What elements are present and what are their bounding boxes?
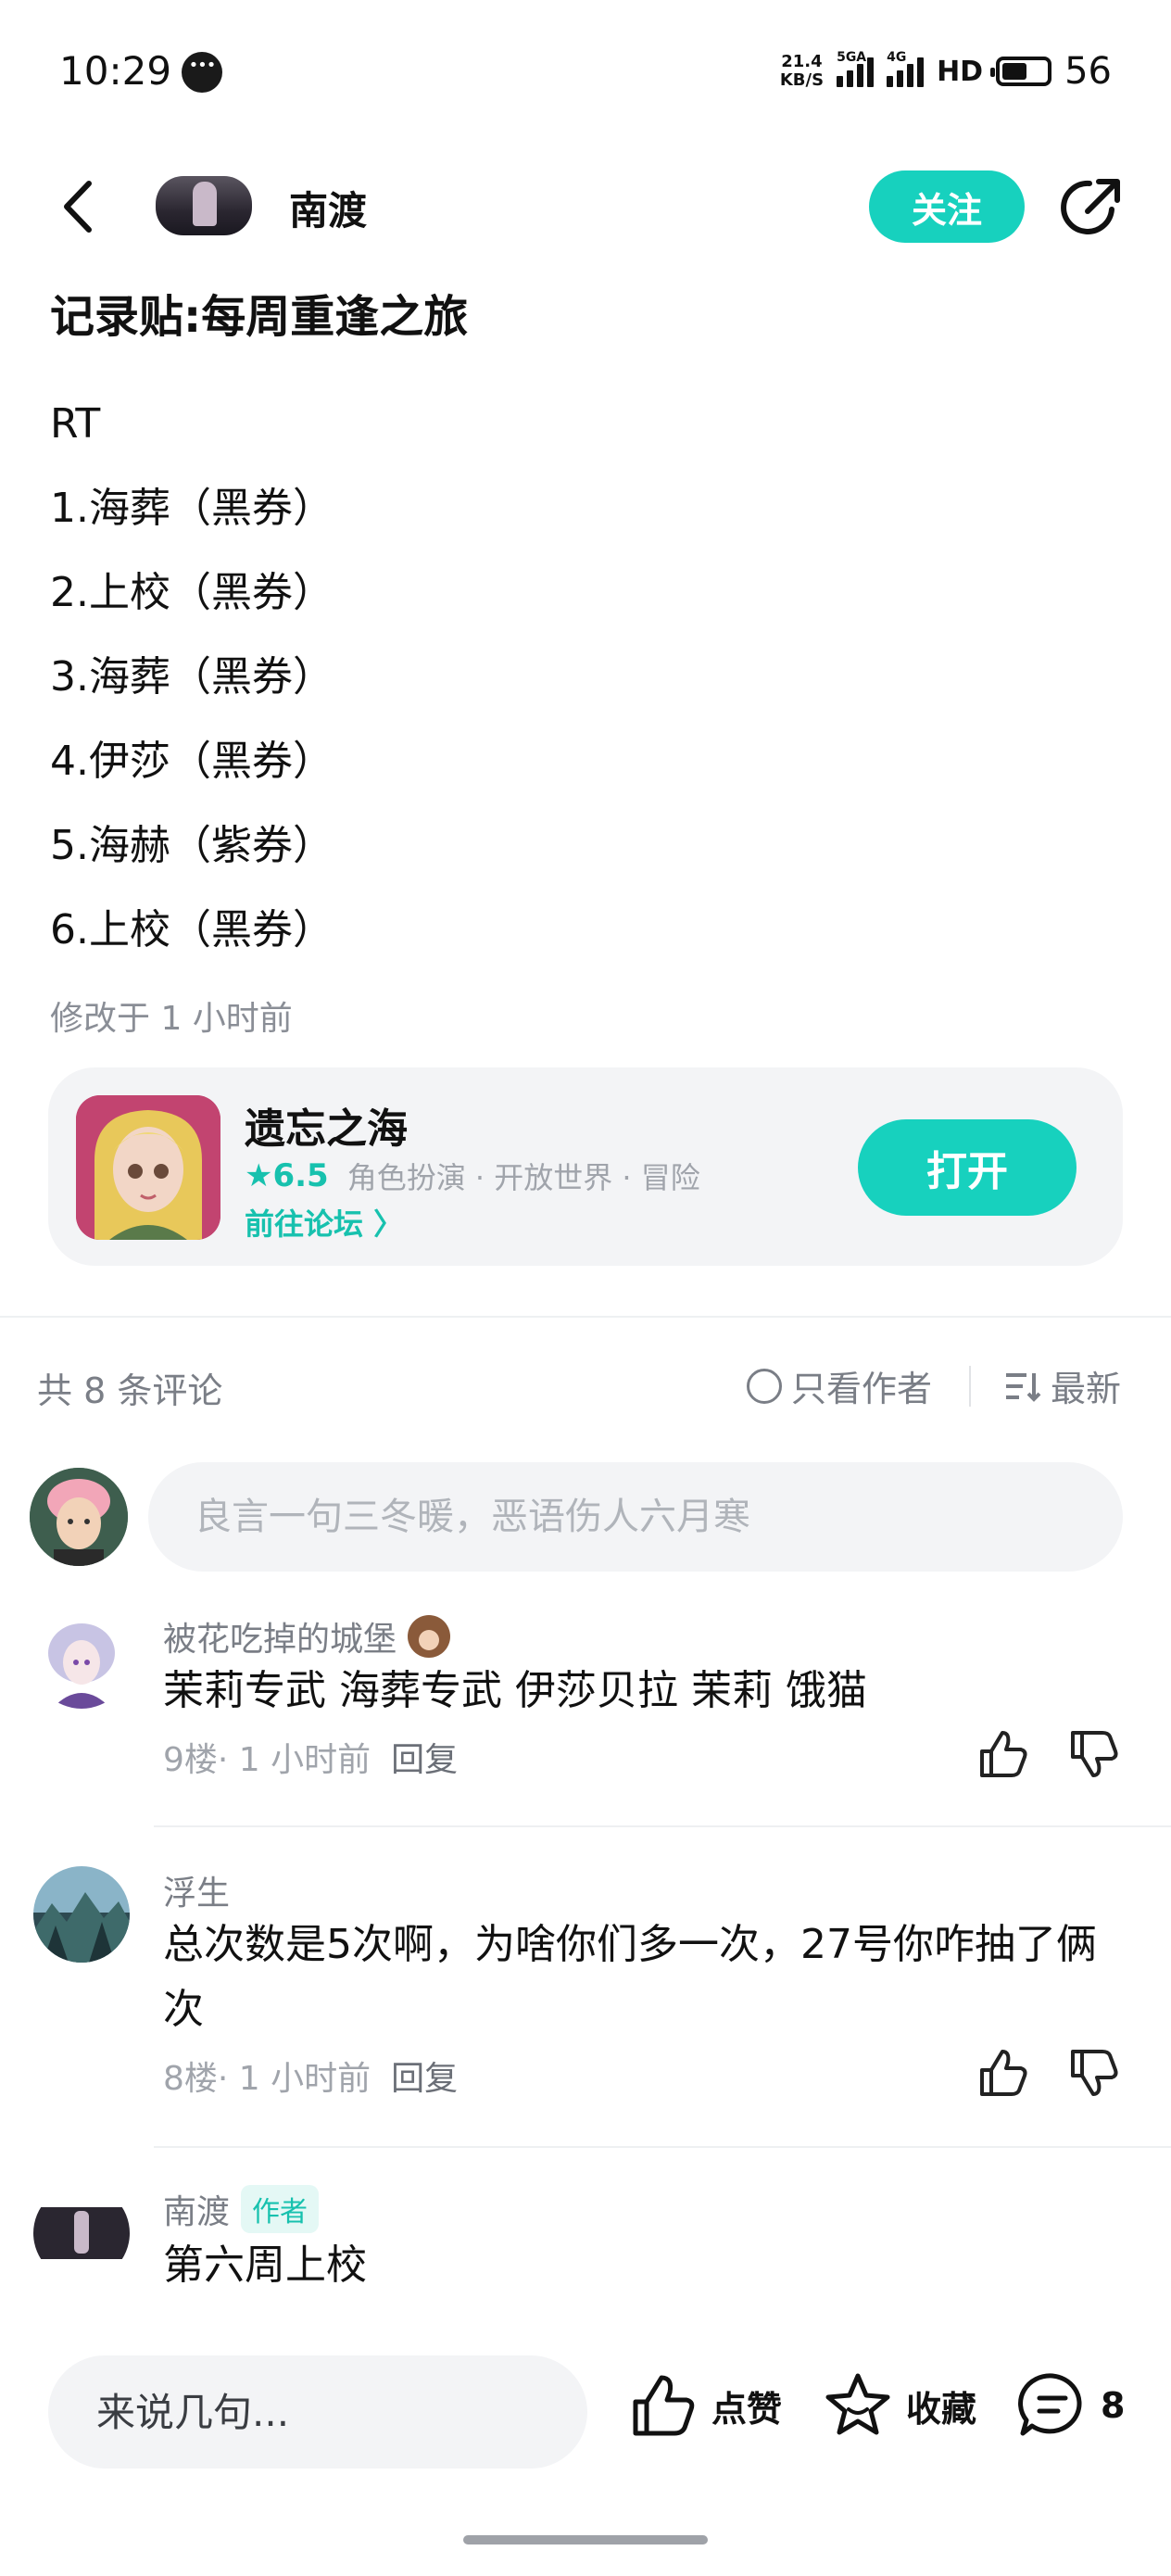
commenter-name[interactable]: 南渡 xyxy=(163,2185,230,2233)
signal-sim1-icon: 5GA xyxy=(837,50,875,87)
like-post-button[interactable]: 点赞 xyxy=(628,2370,782,2441)
user-badge-icon xyxy=(408,1615,451,1658)
author-badge: 作者 xyxy=(241,2185,320,2233)
net-speed-unit: KB/S xyxy=(779,70,825,90)
commenter-name-row: 南渡 作者 xyxy=(163,2185,320,2233)
status-bar: 10:29 21.4 KB/S 5GA 4G HD 56 xyxy=(0,0,1171,139)
comment-item: 南渡 作者 第六周上校 xyxy=(0,2185,1171,2324)
like-icon[interactable] xyxy=(976,2046,1030,2100)
game-app-icon[interactable] xyxy=(76,1095,220,1240)
sim2-tag: 4G xyxy=(887,50,907,65)
comment-input[interactable] xyxy=(148,1462,1123,1572)
sim1-tag: 5GA xyxy=(837,50,867,65)
commenter-avatar[interactable] xyxy=(33,2185,130,2281)
favorite-label: 收藏 xyxy=(906,2388,977,2430)
commenter-avatar[interactable] xyxy=(33,1612,130,1709)
comment-count: 共 8 条评论 xyxy=(37,1370,223,1411)
author-only-toggle[interactable]: 只看作者 xyxy=(747,1360,932,1411)
net-speed-value: 21.4 xyxy=(781,52,823,71)
divider xyxy=(969,1366,971,1407)
signal-sim2-icon: 4G xyxy=(887,50,925,87)
network-speed: 21.4 KB/S xyxy=(780,53,824,90)
dislike-icon[interactable] xyxy=(1067,1727,1121,1781)
game-tags: 角色扮演 · 开放世界 · 冒险 xyxy=(346,1160,700,1195)
sort-toggle[interactable]: 最新 xyxy=(1004,1360,1121,1411)
commenter-name-row: 浮生 xyxy=(163,1866,230,1914)
comment-floor: 8楼 xyxy=(163,2060,218,2098)
post-content: RT 1.海葬（黑券） 2.上校（黑券） 3.海葬（黑券） 4.伊莎（黑券） 5… xyxy=(50,395,334,985)
commenter-name-row: 被花吃掉的城堡 xyxy=(163,1612,451,1661)
my-avatar[interactable] xyxy=(30,1468,128,1566)
comment-meta: 9楼 · 1 小时前 回复 xyxy=(163,1733,458,1781)
commenter-name[interactable]: 浮生 xyxy=(163,1866,230,1914)
section-divider xyxy=(0,1316,1171,1318)
comment-text: 茉莉专武 海葬专武 伊莎贝拉 茉莉 饿猫 xyxy=(163,1667,867,1714)
sort-label: 最新 xyxy=(1051,1369,1122,1409)
battery-level: 56 xyxy=(1064,50,1112,93)
battery-icon xyxy=(990,57,1052,86)
sort-icon xyxy=(1006,1372,1041,1402)
star-icon xyxy=(825,2373,890,2435)
message-notification-icon xyxy=(182,52,222,93)
home-indicator[interactable] xyxy=(463,2535,708,2544)
hd-voice-icon: HD xyxy=(937,55,984,88)
post-line: 6.上校（黑券） xyxy=(50,906,334,953)
back-arrow-icon[interactable] xyxy=(56,174,102,239)
follow-button[interactable]: 关注 xyxy=(869,170,1025,243)
dislike-icon[interactable] xyxy=(1067,2046,1121,2100)
commenter-avatar[interactable] xyxy=(33,1866,130,1963)
favorite-button[interactable]: 收藏 xyxy=(823,2370,976,2441)
comment-text: 总次数是5次啊，为啥你们多一次，27号你咋抽了俩次 xyxy=(163,1921,1097,2033)
post-line: 1.海葬（黑券） xyxy=(50,485,334,532)
like-label: 点赞 xyxy=(711,2388,783,2430)
post-line: 5.海赫（紫券） xyxy=(50,822,334,869)
comment-total: 8 xyxy=(1101,2385,1126,2426)
like-icon[interactable] xyxy=(976,1727,1030,1781)
reply-button[interactable]: 回复 xyxy=(391,2052,458,2100)
comment-item: 被花吃掉的城堡 茉莉专武 海葬专武 伊莎贝拉 茉莉 饿猫 9楼 · 1 小时前 … xyxy=(0,1612,1171,1835)
comment-bubble-icon xyxy=(1018,2373,1082,2436)
comments-button[interactable]: 8 xyxy=(1017,2370,1125,2441)
post-line: 2.上校（黑券） xyxy=(50,569,334,616)
share-icon[interactable] xyxy=(1056,172,1127,243)
status-icons: 21.4 KB/S 5GA 4G HD 56 xyxy=(780,46,1112,96)
reply-button[interactable]: 回复 xyxy=(391,1733,458,1781)
author-avatar[interactable] xyxy=(156,176,252,235)
status-time: 10:29 xyxy=(59,48,172,94)
comment-time: · 1 小时前 xyxy=(217,2060,371,2098)
radio-circle-icon xyxy=(747,1368,782,1404)
reply-input[interactable] xyxy=(48,2355,587,2469)
author-name[interactable]: 南渡 xyxy=(289,180,367,236)
game-name: 遗忘之海 xyxy=(245,1105,408,1153)
modified-time: 修改于 1 小时前 xyxy=(50,1000,293,1038)
game-meta: ★6.5 角色扮演 · 开放世界 · 冒险 xyxy=(245,1155,700,1197)
author-only-label: 只看作者 xyxy=(791,1369,933,1409)
game-rating: ★6.5 xyxy=(245,1157,329,1194)
comment-time: · 1 小时前 xyxy=(217,1741,371,1779)
post-line: RT xyxy=(50,400,101,448)
comment-floor: 9楼 xyxy=(163,1741,218,1779)
thumbs-up-icon xyxy=(633,2375,695,2436)
comment-item: 浮生 总次数是5次啊，为啥你们多一次，27号你咋抽了俩次 8楼 · 1 小时前 … xyxy=(0,1866,1171,2148)
post-title: 记录贴:每周重逢之旅 xyxy=(50,291,469,343)
post-line: 3.海葬（黑券） xyxy=(50,653,334,701)
go-to-forum-link[interactable]: 前往论坛 〉 xyxy=(245,1201,403,1244)
comment-divider xyxy=(154,1825,1171,1827)
post-line: 4.伊莎（黑券） xyxy=(50,738,334,785)
game-card[interactable]: 遗忘之海 ★6.5 角色扮演 · 开放世界 · 冒险 前往论坛 〉 打开 xyxy=(48,1067,1123,1266)
commenter-name[interactable]: 被花吃掉的城堡 xyxy=(163,1612,397,1661)
comment-meta: 8楼 · 1 小时前 回复 xyxy=(163,2052,458,2100)
post-header: 南渡 关注 xyxy=(0,158,1171,259)
comment-divider xyxy=(154,2146,1171,2148)
open-game-button[interactable]: 打开 xyxy=(858,1119,1077,1216)
comment-text: 第六周上校 xyxy=(163,2241,367,2289)
